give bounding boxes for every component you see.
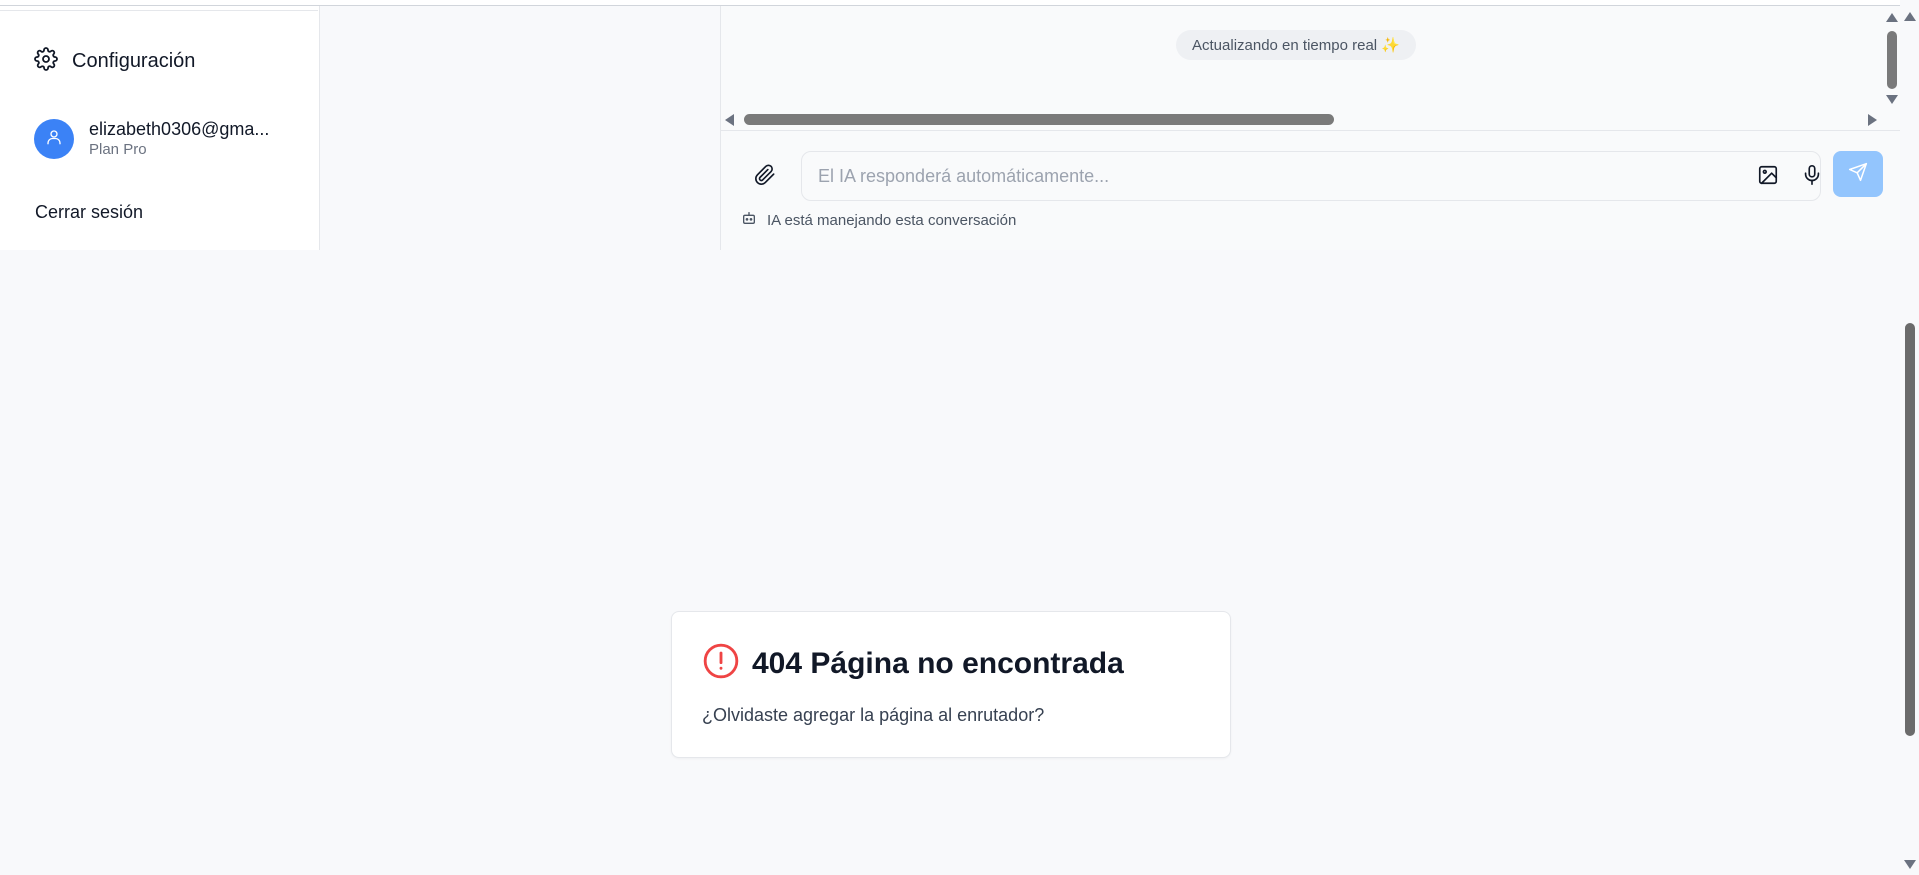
user-profile[interactable]: elizabeth0306@gma... Plan Pro: [34, 118, 269, 160]
error-message: ¿Olvidaste agregar la página al enrutado…: [702, 705, 1045, 725]
scrollbar-thumb[interactable]: [1887, 31, 1897, 89]
message-input[interactable]: [816, 152, 1696, 200]
microphone-icon: [1804, 165, 1820, 185]
error-heading: 404 Página no encontrada: [702, 642, 1124, 685]
attach-button[interactable]: [749, 161, 781, 193]
gear-icon: [34, 47, 58, 76]
scroll-down-arrow-icon[interactable]: [1904, 860, 1916, 869]
alert-circle-icon: [702, 642, 740, 685]
sidebar-item-settings[interactable]: Configuración: [34, 47, 195, 76]
user-info: elizabeth0306@gma... Plan Pro: [89, 118, 269, 160]
ai-status-text: IA está manejando esta conversación: [767, 211, 1017, 229]
sidebar-divider: [0, 10, 318, 11]
scroll-up-arrow-icon[interactable]: [1904, 12, 1916, 21]
composer-divider: [721, 130, 1901, 131]
message-input-container: [801, 151, 1821, 201]
chat-horizontal-scrollbar[interactable]: [721, 110, 1901, 128]
image-upload-button[interactable]: [1757, 164, 1779, 191]
page-vertical-scrollbar[interactable]: [1900, 0, 1919, 875]
scrollbar-thumb[interactable]: [1905, 323, 1915, 736]
paperclip-icon: [754, 163, 776, 191]
page-title: 404 Página no encontrada: [752, 646, 1124, 680]
send-button[interactable]: [1833, 151, 1883, 197]
image-icon: [1758, 165, 1778, 185]
bot-icon: [741, 210, 757, 230]
chat-panel: Actualizando en tiempo real ✨ El IA resp…: [720, 6, 1901, 250]
send-icon: [1848, 162, 1868, 187]
logout-button[interactable]: Cerrar sesión: [35, 202, 143, 223]
voice-input-button[interactable]: [1801, 164, 1823, 191]
sidebar: Configuración elizabeth0306@gma... Plan …: [0, 6, 320, 250]
realtime-status-badge: Actualizando en tiempo real ✨: [1176, 30, 1416, 60]
scroll-up-arrow-icon[interactable]: [1886, 13, 1898, 22]
scroll-down-arrow-icon[interactable]: [1886, 95, 1898, 104]
chat-vertical-scrollbar[interactable]: [1883, 6, 1901, 110]
not-found-card: 404 Página no encontrada ¿Olvidaste agre…: [671, 611, 1231, 758]
user-plan: Plan Pro: [89, 141, 147, 158]
user-icon: [45, 128, 63, 151]
scroll-right-arrow-icon[interactable]: [1868, 114, 1877, 126]
scrollbar-thumb[interactable]: [744, 114, 1334, 125]
sidebar-item-label: Configuración: [72, 50, 196, 72]
user-email: elizabeth0306@gma...: [89, 119, 270, 139]
avatar: [34, 119, 74, 159]
ai-handling-status: IA está manejando esta conversación: [741, 210, 1016, 230]
scroll-left-arrow-icon[interactable]: [725, 114, 734, 126]
